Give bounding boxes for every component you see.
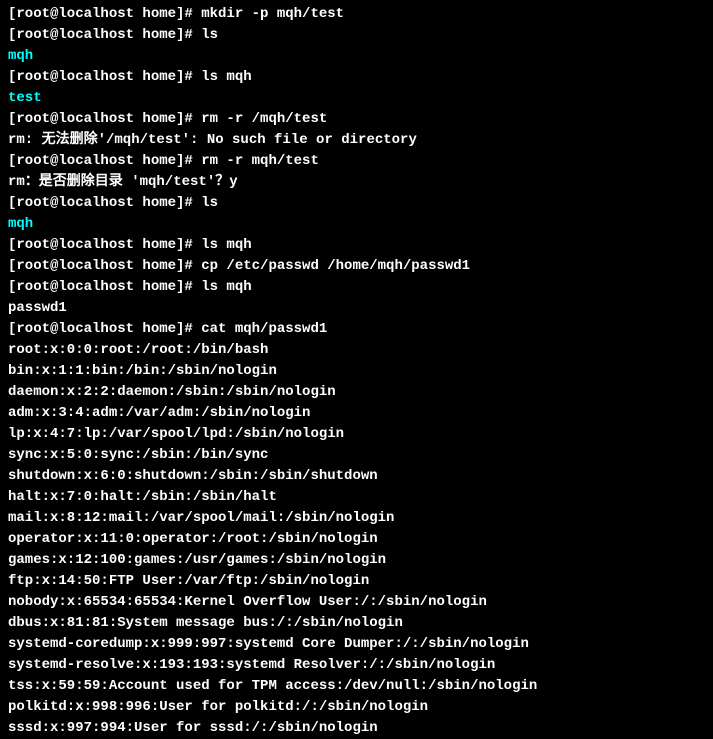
terminal-line: passwd1 <box>8 298 705 319</box>
terminal-text: [root@localhost home]# cp /etc/passwd /h… <box>8 258 470 274</box>
terminal-text: lp:x:4:7:lp:/var/spool/lpd:/sbin/nologin <box>8 426 344 442</box>
terminal-line: [root@localhost home]# rm -r mqh/test <box>8 151 705 172</box>
terminal-text: [root@localhost home]# ls mqh <box>8 69 252 85</box>
terminal-text: [root@localhost home]# cat mqh/passwd1 <box>8 321 327 337</box>
terminal-text: polkitd:x:998:996:User for polkitd:/:/sb… <box>8 699 428 715</box>
terminal-line: games:x:12:100:games:/usr/games:/sbin/no… <box>8 550 705 571</box>
terminal-text: [root@localhost home]# rm -r mqh/test <box>8 153 319 169</box>
terminal-text: sssd:x:997:994:User for sssd:/:/sbin/nol… <box>8 720 378 736</box>
terminal-line: [root@localhost home]# ls mqh <box>8 67 705 88</box>
terminal-text: bin:x:1:1:bin:/bin:/sbin/nologin <box>8 363 277 379</box>
terminal-text: systemd-coredump:x:999:997:systemd Core … <box>8 636 529 652</box>
terminal-text: [root@localhost home]# mkdir -p mqh/test <box>8 6 344 22</box>
terminal-output[interactable]: [root@localhost home]# mkdir -p mqh/test… <box>8 4 705 739</box>
terminal-line: [root@localhost home]# ls mqh <box>8 235 705 256</box>
terminal-text: shutdown:x:6:0:shutdown:/sbin:/sbin/shut… <box>8 468 378 484</box>
terminal-line: daemon:x:2:2:daemon:/sbin:/sbin/nologin <box>8 382 705 403</box>
terminal-line: [root@localhost home]# rm -r /mqh/test <box>8 109 705 130</box>
terminal-line: mail:x:8:12:mail:/var/spool/mail:/sbin/n… <box>8 508 705 529</box>
terminal-line: rm: 无法删除'/mqh/test': No such file or dir… <box>8 130 705 151</box>
terminal-line: [root@localhost home]# mkdir -p mqh/test <box>8 4 705 25</box>
terminal-line: tss:x:59:59:Account used for TPM access:… <box>8 676 705 697</box>
terminal-text: operator:x:11:0:operator:/root:/sbin/nol… <box>8 531 378 547</box>
terminal-text: rm：是否删除目录 'mqh/test'？y <box>8 174 238 190</box>
terminal-line: [root@localhost home]# ls mqh <box>8 277 705 298</box>
terminal-text: dbus:x:81:81:System message bus:/:/sbin/… <box>8 615 403 631</box>
terminal-text: mqh <box>8 48 33 64</box>
terminal-line: systemd-resolve:x:193:193:systemd Resolv… <box>8 655 705 676</box>
terminal-text: mqh <box>8 216 33 232</box>
terminal-line: adm:x:3:4:adm:/var/adm:/sbin/nologin <box>8 403 705 424</box>
terminal-text: root:x:0:0:root:/root:/bin/bash <box>8 342 268 358</box>
terminal-line: mqh <box>8 214 705 235</box>
terminal-text: daemon:x:2:2:daemon:/sbin:/sbin/nologin <box>8 384 336 400</box>
terminal-text: tss:x:59:59:Account used for TPM access:… <box>8 678 537 694</box>
terminal-line: [root@localhost home]# ls <box>8 193 705 214</box>
terminal-text: rm: 无法删除'/mqh/test': No such file or dir… <box>8 132 417 148</box>
terminal-text: [root@localhost home]# ls mqh <box>8 237 252 253</box>
terminal-line: polkitd:x:998:996:User for polkitd:/:/sb… <box>8 697 705 718</box>
terminal-line: lp:x:4:7:lp:/var/spool/lpd:/sbin/nologin <box>8 424 705 445</box>
terminal-line: [root@localhost home]# cp /etc/passwd /h… <box>8 256 705 277</box>
terminal-line: bin:x:1:1:bin:/bin:/sbin/nologin <box>8 361 705 382</box>
terminal-text: test <box>8 90 42 106</box>
terminal-text: [root@localhost home]# ls <box>8 27 218 43</box>
terminal-line: ftp:x:14:50:FTP User:/var/ftp:/sbin/nolo… <box>8 571 705 592</box>
terminal-text: systemd-resolve:x:193:193:systemd Resolv… <box>8 657 495 673</box>
terminal-text: ftp:x:14:50:FTP User:/var/ftp:/sbin/nolo… <box>8 573 369 589</box>
terminal-line: mqh <box>8 46 705 67</box>
terminal-line: [root@localhost home]# ls <box>8 25 705 46</box>
terminal-line: sync:x:5:0:sync:/sbin:/bin/sync <box>8 445 705 466</box>
terminal-line: test <box>8 88 705 109</box>
terminal-text: mail:x:8:12:mail:/var/spool/mail:/sbin/n… <box>8 510 394 526</box>
terminal-line: [root@localhost home]# cat mqh/passwd1 <box>8 319 705 340</box>
terminal-line: rm：是否删除目录 'mqh/test'？y <box>8 172 705 193</box>
terminal-text: [root@localhost home]# rm -r /mqh/test <box>8 111 327 127</box>
terminal-text: sync:x:5:0:sync:/sbin:/bin/sync <box>8 447 268 463</box>
terminal-line: root:x:0:0:root:/root:/bin/bash <box>8 340 705 361</box>
terminal-line: dbus:x:81:81:System message bus:/:/sbin/… <box>8 613 705 634</box>
terminal-text: games:x:12:100:games:/usr/games:/sbin/no… <box>8 552 386 568</box>
terminal-text: [root@localhost home]# ls mqh <box>8 279 252 295</box>
terminal-line: halt:x:7:0:halt:/sbin:/sbin/halt <box>8 487 705 508</box>
terminal-line: shutdown:x:6:0:shutdown:/sbin:/sbin/shut… <box>8 466 705 487</box>
terminal-line: operator:x:11:0:operator:/root:/sbin/nol… <box>8 529 705 550</box>
terminal-text: nobody:x:65534:65534:Kernel Overflow Use… <box>8 594 487 610</box>
terminal-text: halt:x:7:0:halt:/sbin:/sbin/halt <box>8 489 277 505</box>
terminal-line: systemd-coredump:x:999:997:systemd Core … <box>8 634 705 655</box>
terminal-text: [root@localhost home]# ls <box>8 195 218 211</box>
terminal-text: adm:x:3:4:adm:/var/adm:/sbin/nologin <box>8 405 310 421</box>
terminal-line: sssd:x:997:994:User for sssd:/:/sbin/nol… <box>8 718 705 739</box>
terminal-text: passwd1 <box>8 300 67 316</box>
terminal-line: nobody:x:65534:65534:Kernel Overflow Use… <box>8 592 705 613</box>
